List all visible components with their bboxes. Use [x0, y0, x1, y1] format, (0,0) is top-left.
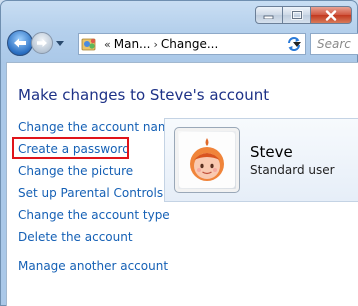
forward-arrow-icon: [37, 39, 47, 47]
page-title: Make changes to Steve's account: [18, 86, 270, 104]
delete-account-link[interactable]: Delete the account: [18, 230, 133, 244]
user-picture-icon: [179, 132, 235, 188]
close-button[interactable]: [311, 6, 352, 24]
recent-pages-dropdown[interactable]: [56, 38, 64, 48]
control-panel-icon: [81, 38, 96, 51]
account-type: Standard user: [250, 163, 335, 177]
refresh-icon: [288, 37, 300, 51]
account-card: Steve Standard user: [164, 118, 358, 202]
back-button[interactable]: [7, 30, 33, 56]
change-account-type-link[interactable]: Change the account type: [18, 208, 170, 222]
manage-another-account-link[interactable]: Manage another account: [18, 259, 168, 273]
refresh-button[interactable]: [283, 33, 305, 55]
minimize-button[interactable]: [255, 6, 283, 24]
breadcrumb-separator[interactable]: ›: [154, 38, 158, 51]
change-picture-link[interactable]: Change the picture: [18, 164, 133, 178]
chevron-down-icon: [56, 40, 64, 46]
search-input[interactable]: Searc: [310, 33, 358, 55]
breadcrumb-segment[interactable]: Change...: [161, 37, 218, 51]
caption-buttons: [255, 6, 352, 24]
window: « Man... › Change... Searc Make changes …: [0, 0, 358, 306]
parental-controls-link[interactable]: Set up Parental Controls: [18, 186, 163, 200]
close-icon: [325, 9, 337, 21]
change-account-name-link[interactable]: Change the account name: [18, 120, 177, 134]
forward-button[interactable]: [31, 32, 53, 54]
maximize-icon: [290, 10, 303, 20]
content-pane: Make changes to Steve's account Change t…: [6, 62, 358, 306]
user-name: Steve: [250, 143, 293, 161]
address-overflow-chevron[interactable]: «: [104, 38, 111, 51]
link-highlight-box: [12, 137, 129, 159]
avatar: [174, 127, 240, 193]
address-bar[interactable]: « Man... › Change...: [78, 33, 306, 55]
breadcrumb-segment[interactable]: Man...: [114, 37, 151, 51]
maximize-button[interactable]: [283, 6, 311, 24]
navigation-buttons: [7, 30, 64, 56]
minimize-icon: [263, 15, 274, 19]
back-arrow-icon: [14, 38, 26, 48]
